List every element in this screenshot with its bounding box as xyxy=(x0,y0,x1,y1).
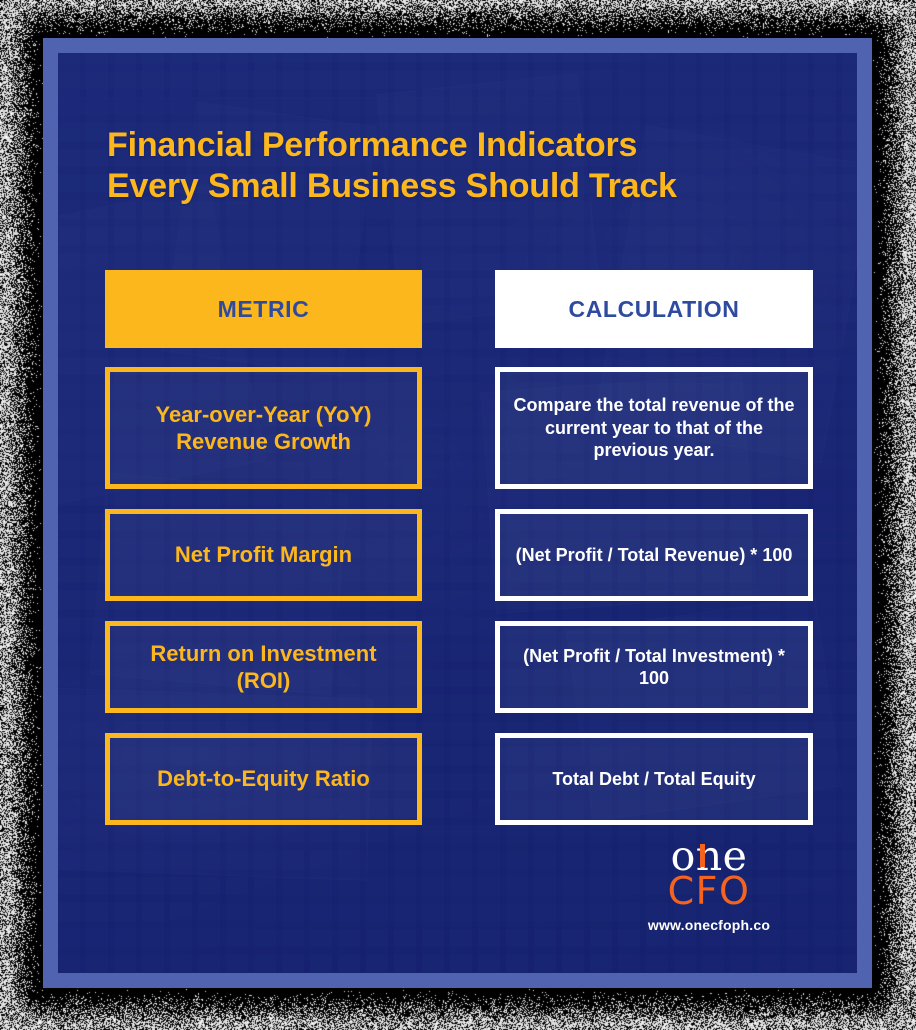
metric-cell-label: Return on Investment (ROI) xyxy=(110,640,417,695)
calculation-cell-debt-to-equity-ratio: Total Debt / Total Equity xyxy=(495,733,813,825)
metric-cell-net-profit-margin: Net Profit Margin xyxy=(105,509,422,601)
metric-column-header: METRIC xyxy=(105,270,422,348)
onecfo-logo: one CFO www.onecfoph.co xyxy=(609,836,809,933)
calculation-column-header: CALCULATION xyxy=(495,270,813,348)
calculation-cell-label: (Net Profit / Total Investment) * 100 xyxy=(500,645,808,690)
calculation-cell-label: (Net Profit / Total Revenue) * 100 xyxy=(504,544,805,567)
metric-cell-label: Year-over-Year (YoY) Revenue Growth xyxy=(110,401,417,456)
poster-card: Financial Performance Indicators Every S… xyxy=(43,38,872,988)
calculation-cell-label: Compare the total revenue of the current… xyxy=(500,394,808,462)
card-inner-surface: Financial Performance Indicators Every S… xyxy=(58,53,857,973)
metric-cell-debt-to-equity-ratio: Debt-to-Equity Ratio xyxy=(105,733,422,825)
calculation-cell-return-on-investment: (Net Profit / Total Investment) * 100 xyxy=(495,621,813,713)
metric-cell-yoy-revenue-growth: Year-over-Year (YoY) Revenue Growth xyxy=(105,367,422,489)
logo-letter-n: n xyxy=(696,836,723,876)
metric-cell-return-on-investment: Return on Investment (ROI) xyxy=(105,621,422,713)
logo-website-url: www.onecfoph.co xyxy=(609,917,809,933)
metric-cell-label: Net Profit Margin xyxy=(163,541,364,569)
calculation-cell-net-profit-margin: (Net Profit / Total Revenue) * 100 xyxy=(495,509,813,601)
calculation-cell-yoy-revenue-growth: Compare the total revenue of the current… xyxy=(495,367,813,489)
calculation-cell-label: Total Debt / Total Equity xyxy=(540,768,767,791)
logo-wordmark-one: one xyxy=(609,836,809,876)
metric-cell-label: Debt-to-Equity Ratio xyxy=(145,765,382,793)
